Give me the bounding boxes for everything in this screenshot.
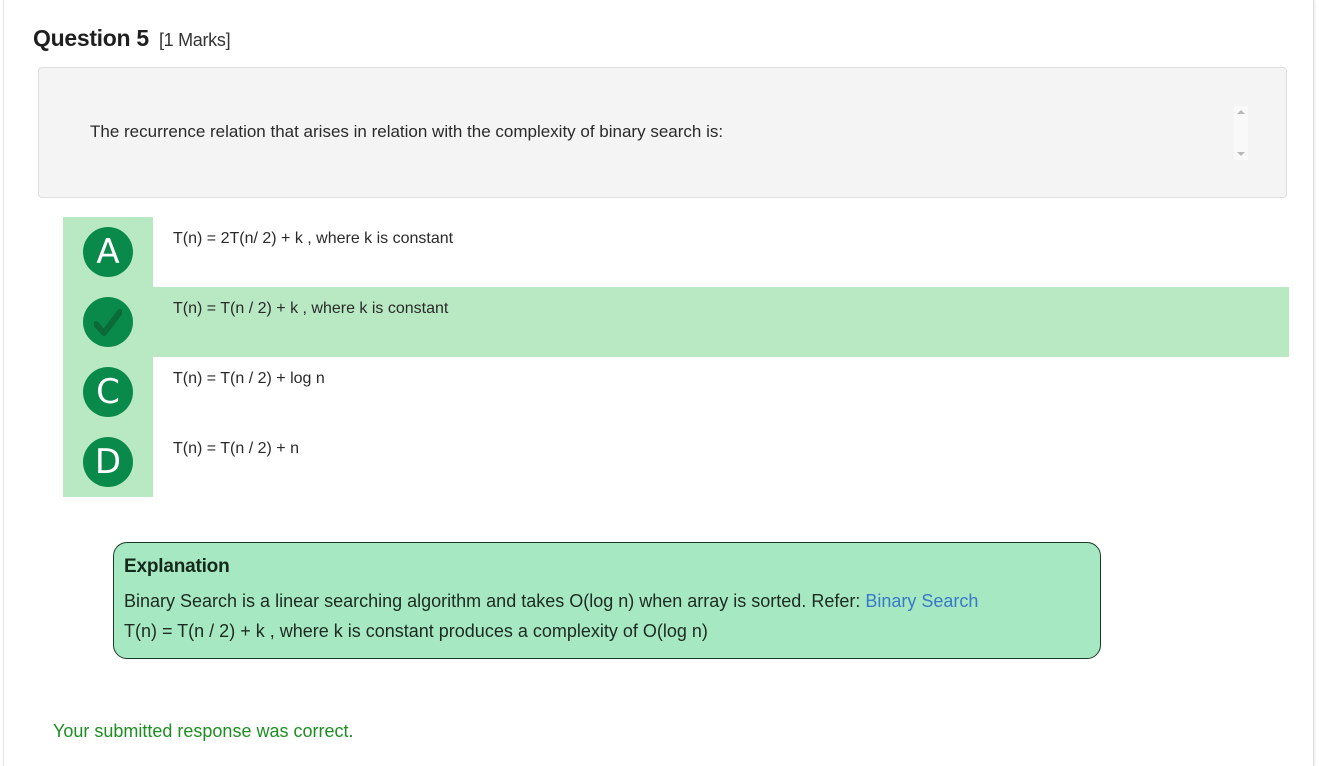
explanation-text: Binary Search is a linear searching algo… [124, 591, 866, 611]
question-title: Question 5 [33, 25, 149, 51]
question-text: The recurrence relation that arises in r… [90, 122, 724, 141]
explanation-line-2: T(n) = T(n / 2) + k , where k is constan… [124, 621, 708, 641]
option-a[interactable]: A T(n) = 2T(n/ 2) + k , where k is const… [63, 217, 1289, 287]
scroll-up-arrow-icon[interactable] [1237, 110, 1245, 114]
options-list: A T(n) = 2T(n/ 2) + k , where k is const… [63, 217, 1289, 497]
option-a-badge: A [83, 227, 133, 277]
question-scrollbar[interactable] [1234, 106, 1248, 160]
option-a-text: T(n) = 2T(n/ 2) + k , where k is constan… [173, 230, 454, 247]
option-c-badge: C [83, 367, 133, 417]
option-b-badge [83, 297, 133, 347]
scroll-down-arrow-icon[interactable] [1237, 152, 1245, 156]
explanation-title: Explanation [124, 556, 230, 577]
option-d-text: T(n) = T(n / 2) + n [173, 440, 299, 457]
checkmark-icon [94, 309, 122, 336]
explanation-box: Explanation Binary Search is a linear se… [113, 542, 1101, 659]
question-text-box[interactable]: The recurrence relation that arises in r… [38, 67, 1287, 198]
option-b-text: T(n) = T(n / 2) + k , where k is constan… [173, 300, 449, 317]
option-b[interactable]: T(n) = T(n / 2) + k , where k is constan… [63, 287, 1289, 357]
option-c-text: T(n) = T(n / 2) + log n [173, 370, 325, 387]
binary-search-link[interactable]: Binary Search [865, 591, 978, 611]
explanation-line-1: Binary Search is a linear searching algo… [124, 591, 978, 612]
question-header: Question 5 [1 Marks] [33, 25, 231, 52]
page: Question 5 [1 Marks] The recurrence rela… [0, 0, 1327, 766]
option-d[interactable]: D T(n) = T(n / 2) + n [63, 427, 1289, 497]
option-c[interactable]: C T(n) = T(n / 2) + log n [63, 357, 1289, 427]
question-marks: [1 Marks] [158, 30, 231, 50]
result-message: Your submitted response was correct. [53, 721, 354, 741]
option-d-badge: D [83, 437, 133, 487]
